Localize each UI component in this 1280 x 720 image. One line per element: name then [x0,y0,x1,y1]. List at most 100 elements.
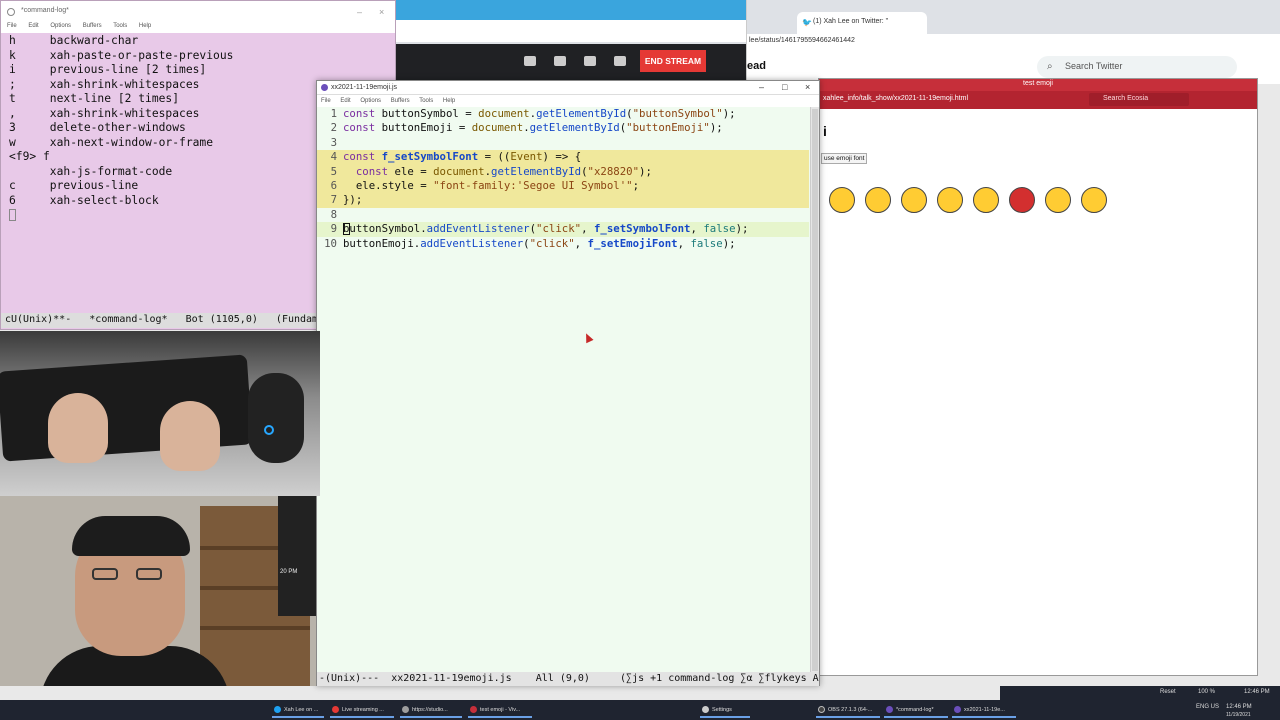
end-stream-button[interactable]: END STREAM [640,50,706,72]
taskbar-emacs-file[interactable]: xx2021-11-19e... [952,702,1016,718]
scrollbar-thumb[interactable] [812,109,818,671]
taskbar-live-streaming[interactable]: Live streaming ... [330,702,394,718]
menu-buffers[interactable]: Buffers [83,23,102,29]
code-token: ); [639,164,652,178]
menu-file[interactable]: File [321,98,331,104]
share-icon[interactable] [614,56,626,66]
code-token: ; [632,178,639,192]
code-line[interactable]: 6 ele.style = "font-family:'Segoe UI Sym… [317,178,809,194]
person-hair-image [72,516,190,556]
minimize-icon[interactable]: – [357,7,362,17]
clapper-icon[interactable] [554,56,566,66]
maximize-icon[interactable]: □ [782,82,787,92]
emacs-editor-window[interactable]: xx2021-11-19emoji.js – □ × File Edit Opt… [316,80,820,686]
use-emoji-font-button[interactable]: use emoji font [821,153,868,164]
code-token: getElementById [529,121,620,135]
taskbar-test-emoji[interactable]: test emoji - Viv... [468,702,532,718]
emacs-title: xx2021-11-19emoji.js [331,84,398,91]
grinning-sweat-emoji [829,187,855,213]
zoom-level: 100 % [1198,689,1216,695]
left-hand-image [48,393,108,463]
minimize-icon[interactable]: – [759,82,764,92]
emoji-browser-titlebar[interactable]: test emoji [819,79,1257,91]
twitter-tab[interactable]: 🐦 (1) Xah Lee on Twitter: " [797,12,927,34]
code-token: "click" [529,236,575,250]
twitter-url[interactable]: lee/status/1461795594662461442 [747,34,1280,50]
menu-help[interactable]: Help [443,98,455,104]
code-token: addEventListener [426,222,530,236]
taskbar-studio[interactable]: https://studio... [400,702,462,718]
taskbar-date[interactable]: 11/19/2021 [1226,712,1251,718]
devil-face-emoji [1009,187,1035,213]
menu-edit[interactable]: Edit [28,23,38,29]
emacs-modeline: -(Unix)--- xx2021-11-19emoji.js All (9,0… [317,672,819,686]
menu-buffers[interactable]: Buffers [391,98,410,104]
studio-browser-window[interactable]: END STREAM [396,0,746,84]
code-line[interactable]: 4 const f_setSymbolFont = ((Event) => { [317,150,809,165]
emoji-page-url[interactable]: xahlee_info/talk_show/xx2021-11-19emoji.… [823,95,968,102]
language-indicator[interactable]: ENG US [1196,704,1219,710]
task-label: xx2021-11-19e... [964,707,1005,713]
code-line[interactable]: 2 const buttonEmoji = document.getElement… [317,121,809,135]
code-line[interactable]: 10 buttonEmoji.addEventListener("click", … [317,237,809,251]
code-line[interactable]: 7}); [317,193,809,208]
line-number: 1 [330,107,337,120]
twitter-browser-window[interactable]: 🐦 (1) Xah Lee on Twitter: " lee/status/1… [746,0,1280,84]
ecosia-search-input[interactable]: Search Ecosia [1089,93,1189,106]
code-token: f_setSymbolFont [593,222,691,236]
bookmark-icon[interactable] [584,56,596,66]
taskbar-twitter[interactable]: Xah Lee on ... [272,702,324,718]
smiling-face-emoji [901,187,927,213]
emacs-menubar: File Edit Options Buffers Tools Help [317,95,819,107]
dollar-icon[interactable] [524,56,536,66]
code-token: , [690,222,704,236]
twitter-search-placeholder: Search Twitter [1065,61,1123,71]
taskbar-settings[interactable]: Settings [700,702,750,718]
code-token: ) => { [542,150,582,164]
studio-addressbar[interactable] [396,20,746,42]
menu-edit[interactable]: Edit [340,98,350,104]
code-token: ); [722,236,736,250]
text-cursor [343,223,350,236]
menu-file[interactable]: File [7,23,17,29]
studio-tabbar[interactable] [396,0,746,20]
taskbar-command-log[interactable]: *command-log* [884,702,948,718]
strip-clock: 12:46 PM [1244,689,1270,695]
obs-status-strip: Reset 100 % 12:46 PM [1000,686,1280,700]
sunglasses-face-emoji [937,187,963,213]
code-line[interactable]: 9 buttonSymbol.addEventListener("click", … [317,222,809,237]
menu-help[interactable]: Help [139,23,151,29]
taskbar-clock[interactable]: 12:46 PM [1226,704,1252,710]
twitter-search-input[interactable]: ⌕ Search Twitter [1037,56,1237,78]
taskbar-obs[interactable]: OBS 27.1.3 (64-... [816,702,880,718]
line-number: 5 [330,164,337,178]
twitter-bird-icon: 🐦 [802,18,812,27]
code-line[interactable]: 5 const ele = document.getElementById("x… [317,164,809,179]
menu-options[interactable]: Options [50,23,71,29]
vertical-scrollbar[interactable] [810,107,819,675]
squinting-face-emoji [865,187,891,213]
twitter-tab-title: (1) Xah Lee on Twitter: " [813,18,889,25]
reset-label[interactable]: Reset [1160,689,1176,695]
close-icon[interactable]: × [379,7,384,17]
menu-tools[interactable]: Tools [113,23,127,29]
menu-tools[interactable]: Tools [419,98,433,104]
emoji-browser-addressbar[interactable]: xahlee_info/talk_show/xx2021-11-19emoji.… [819,91,1257,109]
code-token: document [433,164,485,178]
emacs-titlebar[interactable]: xx2021-11-19emoji.js – □ × [317,81,819,95]
emoji-test-browser-window[interactable]: test emoji xahlee_info/talk_show/xx2021-… [818,78,1258,676]
emacs-icon [954,706,961,713]
code-line[interactable]: 8 [317,208,809,222]
code-token: "click" [536,222,582,236]
code-token: ); [735,222,749,236]
log-line: i previous-line [2 times] [9,63,207,76]
command-log-titlebar[interactable]: *command-log* – × [1,1,395,21]
line-number: 7 [330,193,337,207]
code-line[interactable]: 1 const buttonSymbol = document.getElemen… [317,107,809,121]
menu-options[interactable]: Options [360,98,381,104]
code-buffer[interactable]: 1 const buttonSymbol = document.getElemen… [317,107,809,251]
rolling-laughing-emoji [1081,187,1107,213]
close-icon[interactable]: × [805,82,810,92]
code-line[interactable]: 3 [317,136,809,150]
glasses-left-icon [92,568,118,580]
